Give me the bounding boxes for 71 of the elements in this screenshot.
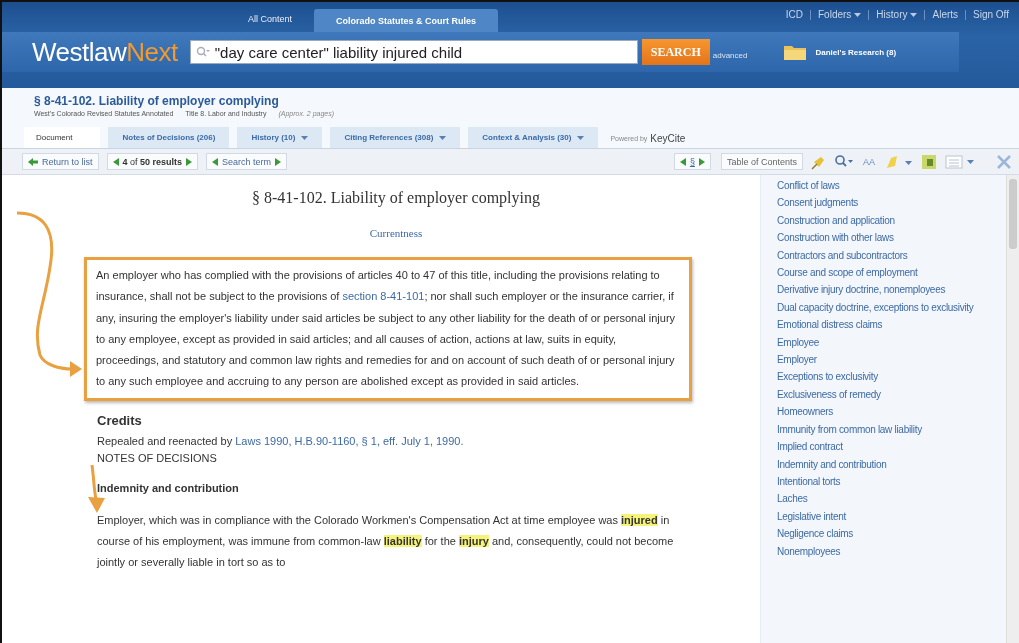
- index-link[interactable]: Construction with other laws: [777, 229, 1006, 247]
- index-link[interactable]: Homeowners: [777, 403, 1006, 421]
- credits-heading: Credits: [97, 412, 143, 428]
- index-link[interactable]: Immunity from common law liability: [777, 420, 1006, 439]
- index-link[interactable]: Consent judgments: [777, 194, 1006, 212]
- scrollbar-thumb[interactable]: [1009, 179, 1017, 249]
- search-term-navigator[interactable]: Search term: [206, 153, 288, 170]
- folder-icon[interactable]: [783, 43, 808, 61]
- notes-heading: NOTES OF DECISIONS: [97, 451, 218, 464]
- right-arrow-icon[interactable]: [275, 157, 282, 166]
- index-link[interactable]: Legislative intent: [777, 507, 1006, 526]
- right-arrow-icon[interactable]: [186, 157, 193, 166]
- currentness-link[interactable]: Currentness: [32, 227, 760, 239]
- search-icon: [195, 46, 210, 58]
- right-arrow-icon[interactable]: [698, 157, 705, 166]
- note-text: Employer, which was in compliance with the Colorado Workmen's Compensation Act at time employee was injured in course of his employment, was immune from common-law liability for the injury and, consequently, could not become jointly or severally liable in tort so as to: [97, 512, 675, 570]
- index-link[interactable]: Nonemployees: [777, 542, 1006, 560]
- text-link[interactable]: Laws 1990, H.B.90-1160, § 1, eff. July 1, 1990.: [235, 434, 464, 447]
- index-link[interactable]: Laches: [777, 490, 1006, 508]
- table-of-contents-button[interactable]: Table of Contents: [720, 153, 803, 170]
- list-icon[interactable]: [945, 154, 975, 169]
- index-link[interactable]: Negligence claims: [777, 525, 1006, 543]
- index-link[interactable]: Employer: [777, 351, 1006, 369]
- section-navigator[interactable]: §: [673, 153, 711, 170]
- back-arrow-icon: [28, 157, 38, 166]
- header-link[interactable]: Alerts: [932, 9, 959, 20]
- close-icon[interactable]: [997, 154, 1011, 169]
- note-title: Indemnity and contribution: [97, 481, 240, 494]
- header-link[interactable]: History: [876, 9, 918, 20]
- scope-tab[interactable]: All Content: [230, 9, 311, 32]
- scrollbar[interactable]: [1006, 175, 1019, 643]
- index-link[interactable]: Derivative injury doctrine, nonemployees: [777, 281, 1006, 299]
- index-link[interactable]: Employee: [777, 333, 1006, 352]
- index-link[interactable]: Conflict of laws: [777, 177, 1006, 195]
- header-link[interactable]: Sign Off: [973, 9, 1009, 20]
- index-link[interactable]: Course and scope of employment: [777, 264, 1006, 282]
- left-arrow-icon[interactable]: [679, 157, 686, 166]
- document-tab[interactable]: Citing References (308): [330, 127, 461, 148]
- index-link[interactable]: Intentional torts: [777, 472, 1006, 491]
- note-icon[interactable]: [921, 153, 937, 170]
- section-heading: § 8-41-102. Liability of employer complying: [251, 189, 541, 207]
- index-link[interactable]: Contractors and subcontractors: [777, 246, 1006, 265]
- index-link[interactable]: Construction and application: [777, 211, 1006, 230]
- index-link[interactable]: Exclusiveness of remedy: [777, 385, 1006, 404]
- search-field[interactable]: "day care center" liability injured child: [189, 40, 638, 64]
- result-navigator[interactable]: 4 of 50 results: [106, 153, 199, 170]
- document-tab[interactable]: History (10): [237, 127, 323, 148]
- index-link[interactable]: Exceptions to exclusivity: [777, 368, 1006, 386]
- document-tab[interactable]: Document: [24, 127, 101, 148]
- left-arrow-icon[interactable]: [212, 157, 219, 166]
- index-link[interactable]: Emotional distress claims: [777, 316, 1006, 334]
- logo[interactable]: WestlawNext: [2, 36, 178, 68]
- credits-text: Repealed and reenacted by Laws 1990, H.B.90-1160, § 1, eff. July 1, 1990.: [97, 433, 465, 449]
- advanced-search-link[interactable]: advanced: [712, 50, 748, 60]
- document-title: § 8-41-102. Liability of employer complying: [33, 93, 280, 108]
- return-to-list-button[interactable]: Return to list: [22, 153, 99, 170]
- scope-tab[interactable]: Colorado Statutes & Court Rules: [314, 9, 499, 32]
- left-arrow-icon[interactable]: [112, 157, 119, 166]
- keycite-logo: KeyCite: [650, 133, 686, 144]
- highlighter-icon[interactable]: [885, 153, 913, 170]
- document-tab[interactable]: Notes of Decisions (206): [108, 127, 230, 148]
- text-size-button[interactable]: AA: [861, 156, 877, 167]
- statute-text: An employer who has complied with the provisions of articles 40 to 47 of this title, including the provisions relating to insurance, shall not be subject to the provisions of section 8-41-101; nor shall such employer or the insurance carrier, if any, insuring the employer's liability under said articles be subject to any other liability for the death of or personal injury to any employee, except as provided in said articles; and all causes of action, actions at law, suits in equity, proceedings, and statutory and common law rights and remedies for and on account of such death of or personal injury to any such employee and accruing to any person are abolished except as provided in said articles.: [84, 257, 692, 401]
- index-link[interactable]: Dual capacity doctrine, exceptions to exclusivity: [777, 298, 1006, 317]
- header-link[interactable]: Folders: [818, 9, 862, 20]
- folder-link[interactable]: Daniel's Research (8): [815, 47, 897, 57]
- header-link[interactable]: ICD: [785, 9, 803, 20]
- search-icon[interactable]: [835, 154, 853, 169]
- index-link[interactable]: Implied contract: [777, 438, 1006, 456]
- document-tab[interactable]: Context & Analysis (30): [468, 127, 599, 148]
- index-link[interactable]: Indemnity and contribution: [777, 455, 1006, 473]
